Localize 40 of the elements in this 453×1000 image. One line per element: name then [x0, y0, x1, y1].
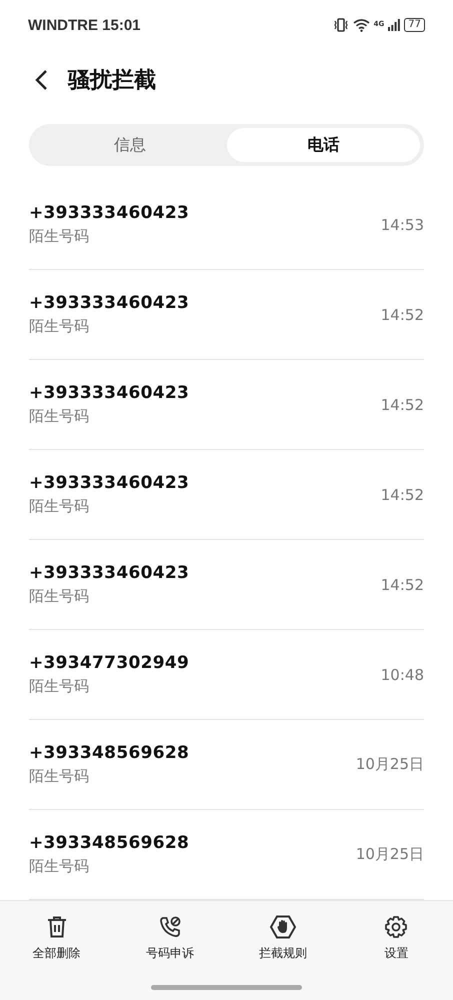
toolbar-button[interactable]: 设置	[351, 915, 442, 962]
settings-icon	[384, 915, 408, 939]
call-label: 陌生号码	[29, 497, 90, 516]
status-text: WINDTRE 15:01	[28, 16, 141, 34]
call-time: 14:53	[380, 216, 424, 234]
page-title: 骚扰拦截	[68, 67, 156, 95]
call-time: 10月25日	[356, 845, 424, 864]
wifi-icon	[352, 18, 370, 32]
phone-block-icon	[158, 915, 182, 939]
call-label: 陌生号码	[29, 407, 90, 426]
phone-number: +393333460423	[29, 293, 190, 313]
phone-number: +393348569628	[29, 743, 190, 763]
call-label: 陌生号码	[29, 317, 90, 336]
phone-number: +393333460423	[29, 383, 190, 403]
phone-number: +393477302949	[29, 653, 190, 673]
call-time: 14:52	[380, 576, 424, 594]
toolbar-button[interactable]: 全部删除	[12, 915, 102, 962]
signal-icon	[388, 19, 400, 31]
call-time: 14:52	[380, 306, 424, 324]
phone-number: +393333460423	[29, 203, 190, 223]
call-time: 10月25日	[356, 755, 424, 774]
call-label: 陌生号码	[29, 857, 90, 876]
call-time: 10:48	[380, 666, 424, 684]
call-label: 陌生号码	[29, 677, 90, 696]
toolbar-button[interactable]: 拦截规则	[238, 915, 328, 962]
call-time: 14:52	[380, 486, 424, 504]
call-label: 陌生号码	[29, 227, 90, 246]
call-label: 陌生号码	[29, 767, 90, 786]
back-icon[interactable]	[34, 69, 48, 91]
toolbar-button[interactable]: 号码申诉	[124, 915, 215, 962]
tab[interactable]: 电话	[226, 128, 420, 162]
battery-indicator: 77	[404, 18, 425, 32]
call-label: 陌生号码	[29, 587, 90, 606]
call-time: 14:52	[380, 396, 424, 414]
phone-number: +393333460423	[29, 473, 190, 493]
hand-stop-icon	[270, 915, 296, 939]
tab[interactable]: 信息	[33, 128, 226, 162]
phone-number: +393333460423	[29, 563, 190, 583]
vibrate-icon	[332, 18, 349, 32]
phone-number: +393348569628	[29, 833, 190, 853]
